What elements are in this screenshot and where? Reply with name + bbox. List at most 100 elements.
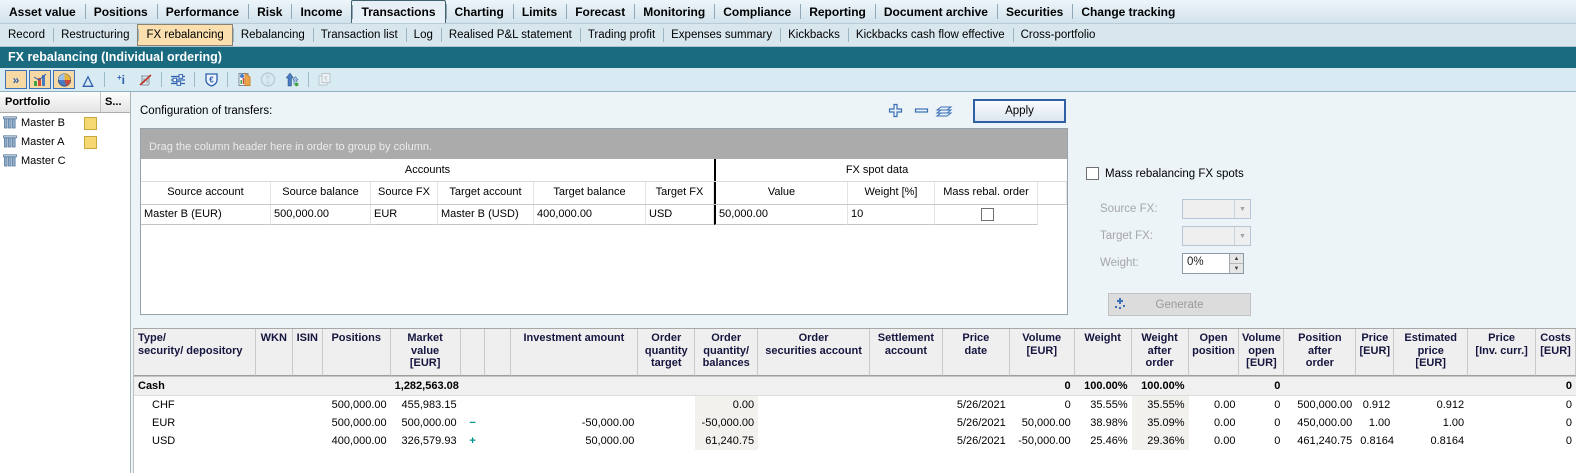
transfer-row[interactable]: Master B (EUR)500,000.00EURMaster B (USD…	[141, 205, 1067, 225]
pt-col-volume-open-eur[interactable]: Volume open [EUR]	[1239, 329, 1284, 376]
portfolio-row-master-b[interactable]: Master B	[0, 113, 130, 132]
pt-col-blank-6[interactable]	[485, 329, 511, 376]
sub-tab-restructuring[interactable]: Restructuring	[53, 24, 137, 46]
main-tab-change-tracking[interactable]: Change tracking	[1072, 0, 1184, 23]
expand-icon[interactable]: »	[5, 70, 27, 89]
filter-settings-icon[interactable]	[167, 70, 189, 89]
config-col-value[interactable]: Value	[714, 182, 848, 204]
config-col-mass-rebal-order[interactable]: Mass rebal. order	[935, 182, 1038, 204]
pt-col-price-inv-curr[interactable]: Price [Inv. curr.]	[1468, 329, 1536, 376]
sub-tab-fx-rebalancing[interactable]: FX rebalancing	[137, 24, 232, 46]
main-tab-monitoring[interactable]: Monitoring	[634, 0, 714, 23]
mass-order-icon[interactable]	[281, 70, 303, 89]
config-col-target-fx[interactable]: Target FX	[646, 182, 714, 204]
pt-col-weight-after-order[interactable]: Weight after order	[1132, 329, 1189, 376]
main-tab-securities[interactable]: Securities	[997, 0, 1072, 23]
mass-rebal-order-checkbox[interactable]	[981, 208, 994, 221]
pt-col-order-securities-account[interactable]: Order securities account	[758, 329, 870, 376]
spin-down-icon: ▼	[1230, 264, 1243, 273]
pt-col-positions[interactable]: Positions	[323, 329, 391, 376]
sub-tab-kickbacks-cash-flow-effective[interactable]: Kickbacks cash flow effective	[848, 24, 1013, 46]
delta-icon[interactable]: △	[77, 70, 99, 89]
pt-col-wkn[interactable]: WKN	[256, 329, 293, 376]
sub-tab-rebalancing[interactable]: Rebalancing	[233, 24, 313, 46]
pt-col-type-security-depository[interactable]: Type/ security/ depository	[134, 329, 256, 376]
pt-col-settlement-account[interactable]: Settlement account	[870, 329, 943, 376]
pt-col-isin[interactable]: ISIN	[293, 329, 323, 376]
remove-transfer-button[interactable]	[910, 101, 932, 120]
pt-col-position-after-order[interactable]: Position after order	[1284, 329, 1356, 376]
table-row[interactable]: CHF500,000.00455,983.150.005/26/2021035.…	[134, 396, 1576, 414]
sub-tab-transaction-list[interactable]: Transaction list	[313, 24, 406, 46]
portfolio-row-master-a[interactable]: Master A	[0, 132, 130, 151]
main-tab-risk[interactable]: Risk	[248, 0, 291, 23]
apply-button[interactable]: Apply	[973, 99, 1066, 123]
report-icon[interactable]	[233, 70, 255, 89]
pt-col-investment-amount[interactable]: Investment amount	[511, 329, 639, 376]
pt-col-order-quantity-target[interactable]: Order quantity target	[638, 329, 695, 376]
main-tab-forecast[interactable]: Forecast	[566, 0, 634, 23]
main-tab-limits[interactable]: Limits	[513, 0, 566, 23]
main-tab-asset-value[interactable]: Asset value	[0, 0, 85, 23]
config-col-target-balance[interactable]: Target balance	[534, 182, 646, 204]
cell-source-balance[interactable]: 500,000.00	[271, 205, 371, 225]
copy-transfers-button[interactable]	[933, 101, 955, 120]
cell-target-fx[interactable]: USD	[646, 205, 714, 225]
sub-tab-expenses-summary[interactable]: Expenses summary	[663, 24, 780, 46]
cell-target-balance[interactable]: 400,000.00	[534, 205, 646, 225]
pt-col-market-value-eur[interactable]: Market value [EUR]	[391, 329, 461, 376]
sub-tab-realised-p-l-statement[interactable]: Realised P&L statement	[441, 24, 580, 46]
pt-col-weight[interactable]: Weight	[1075, 329, 1132, 376]
sub-tab-log[interactable]: Log	[406, 24, 441, 46]
pt-col-open-position[interactable]: Open position	[1189, 329, 1240, 376]
main-tab-charting[interactable]: Charting	[446, 0, 513, 23]
group-by-bar[interactable]: Drag the column header here in order to …	[141, 129, 1067, 159]
pt-col-price-eur[interactable]: Price [EUR]	[1356, 329, 1394, 376]
table-row[interactable]: USD400,000.00326,579.93+50,000.0061,240.…	[134, 432, 1576, 450]
cell-weight[interactable]: 10	[848, 205, 935, 225]
config-col-source-fx[interactable]: Source FX	[371, 182, 438, 204]
pt-col-volume-eur[interactable]: Volume [EUR]	[1010, 329, 1075, 376]
main-tab-income[interactable]: Income	[291, 0, 351, 23]
main-tab-document-archive[interactable]: Document archive	[875, 0, 997, 23]
cell-source-account[interactable]: Master B (EUR)	[141, 205, 271, 225]
cell-mass-rebal-order[interactable]	[935, 205, 1038, 225]
config-col-target-account[interactable]: Target account	[438, 182, 534, 204]
config-col-weight[interactable]: Weight [%]	[848, 182, 935, 204]
chart-icon[interactable]	[29, 70, 51, 89]
portfolio-column-header[interactable]: Portfolio	[0, 92, 101, 112]
cell-source-fx[interactable]: EUR	[371, 205, 438, 225]
cell-4: 455,983.15	[391, 396, 461, 414]
sub-tab-kickbacks[interactable]: Kickbacks	[780, 24, 848, 46]
table-group-row[interactable]: Cash1,282,563.080100.00%100.00%00	[134, 376, 1576, 396]
mass-rebalancing-checkbox[interactable]	[1086, 167, 1099, 180]
pt-col-order-quantity-balances[interactable]: Order quantity/ balances	[695, 329, 758, 376]
euro-shield-icon[interactable]: €	[200, 70, 222, 89]
sub-tab-record[interactable]: Record	[0, 24, 53, 46]
cell-9: 61,240.75	[695, 432, 758, 450]
pt-col-blank-5[interactable]	[461, 329, 485, 376]
main-tab-transactions[interactable]: Transactions	[351, 0, 445, 23]
table-row[interactable]: EUR500,000.00500,000.00−-50,000.00-50,00…	[134, 414, 1576, 432]
delete-order-icon[interactable]	[134, 70, 156, 89]
pt-col-price-date[interactable]: Price date	[943, 329, 1010, 376]
main-tab-positions[interactable]: Positions	[85, 0, 157, 23]
pie-chart-icon[interactable]	[53, 70, 75, 89]
selection-column-header[interactable]: S...	[101, 92, 130, 112]
add-position-icon[interactable]: +i	[110, 70, 132, 89]
cell-target-account[interactable]: Master B (USD)	[438, 205, 534, 225]
cell-13: 0	[1010, 377, 1075, 395]
sub-tab-cross-portfolio[interactable]: Cross-portfolio	[1013, 24, 1104, 46]
add-transfer-button[interactable]	[884, 101, 906, 120]
cell-12: 5/26/2021	[943, 414, 1010, 432]
pt-col-costs-eur[interactable]: Costs [EUR]	[1536, 329, 1576, 376]
main-tab-compliance[interactable]: Compliance	[714, 0, 800, 23]
main-tab-performance[interactable]: Performance	[157, 0, 248, 23]
main-tab-reporting[interactable]: Reporting	[800, 0, 875, 23]
pt-col-estimated-price-eur[interactable]: Estimated price [EUR]	[1394, 329, 1468, 376]
config-col-source-balance[interactable]: Source balance	[271, 182, 371, 204]
portfolio-row-master-c[interactable]: Master C	[0, 151, 130, 170]
config-col-source-account[interactable]: Source account	[141, 182, 271, 204]
cell-value[interactable]: 50,000.00	[714, 205, 848, 225]
sub-tab-trading-profit[interactable]: Trading profit	[580, 24, 663, 46]
